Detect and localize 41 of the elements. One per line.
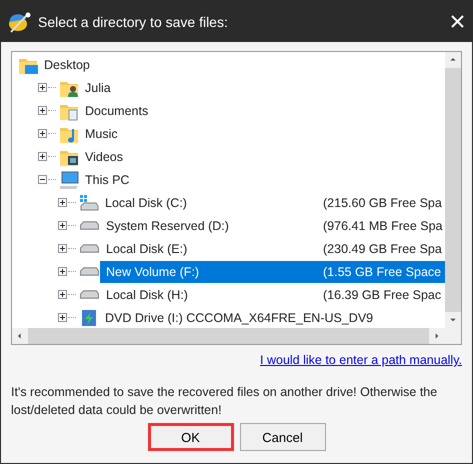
tree-item[interactable]: Videos: [79, 146, 445, 168]
tree-item[interactable]: Documents: [79, 100, 445, 122]
tree-item[interactable]: Music: [79, 122, 445, 144]
drive-icon: [80, 290, 99, 299]
expand-icon[interactable]: [38, 106, 47, 115]
horizontal-scrollbar[interactable]: [12, 328, 445, 344]
expand-icon[interactable]: [38, 129, 47, 138]
expand-icon[interactable]: [58, 313, 67, 322]
vertical-scrollbar[interactable]: [445, 52, 461, 328]
tree-item[interactable]: Julia: [79, 76, 445, 98]
expand-icon[interactable]: [38, 152, 47, 161]
collapse-icon[interactable]: [38, 175, 47, 184]
tree-item[interactable]: System Reserved (D:) (976.41 MB Free Spa: [100, 214, 445, 236]
dvd-drive-icon: [79, 308, 99, 328]
scroll-down-icon[interactable]: [449, 316, 457, 324]
tree-item[interactable]: Local Disk (C:) (215.60 GB Free Spa: [99, 192, 445, 214]
window-title: Select a directory to save files:: [38, 14, 229, 30]
tree-item[interactable]: Desktop: [38, 54, 445, 76]
expand-icon[interactable]: [58, 198, 67, 207]
tree-item[interactable]: Local Disk (H:) (16.39 GB Free Spac: [100, 284, 445, 306]
warning-text: It's recommended to save the recovered files on another drive! Otherwise the lost/deleted data could be overwritten!: [11, 384, 438, 419]
tree-item[interactable]: Local Disk (E:) (230.49 GB Free Spa: [100, 238, 445, 260]
scroll-right-icon[interactable]: [433, 332, 441, 340]
drive-icon: [80, 221, 99, 230]
drive-icon: [80, 267, 99, 276]
expand-icon[interactable]: [58, 244, 67, 253]
wand-icon: [8, 10, 32, 32]
expand-icon[interactable]: [58, 267, 67, 276]
expand-icon[interactable]: [38, 83, 47, 92]
expand-icon[interactable]: [58, 290, 67, 299]
dialog-button[interactable]: Cancel: [240, 423, 326, 451]
tree-item[interactable]: DVD Drive (I:) CCCOMA_X64FRE_EN-US_DV9: [99, 306, 445, 328]
expand-icon[interactable]: [58, 221, 67, 230]
system-drive-icon: [79, 192, 99, 212]
close-icon[interactable]: [451, 15, 464, 28]
dialog-button[interactable]: OK: [148, 423, 234, 451]
manual-path-link[interactable]: I would like to enter a path manually.: [260, 353, 462, 367]
computer-icon: [59, 170, 79, 190]
tree-item[interactable]: This PC: [79, 168, 445, 190]
drive-icon: [80, 244, 99, 253]
tree-item[interactable]: New Volume (F:) (1.55 GB Free Space: [100, 260, 445, 282]
